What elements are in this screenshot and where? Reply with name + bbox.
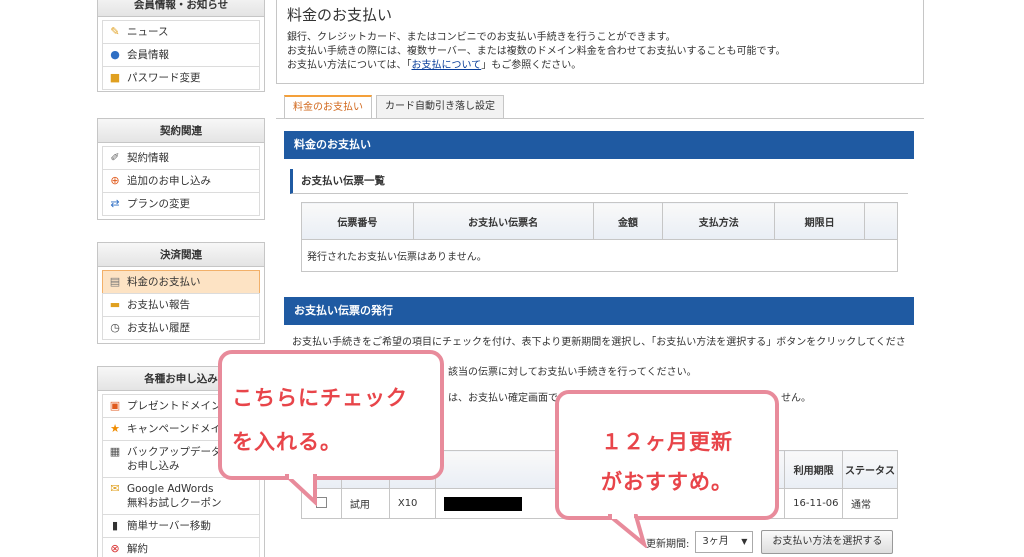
- sidebar-item-label: プレゼントドメイン: [127, 400, 222, 412]
- add-icon: ⊕: [110, 174, 120, 187]
- chevron-down-icon: ▼: [741, 537, 748, 546]
- section-header-issue: お支払い伝票の発行: [284, 297, 914, 325]
- sidebar-item-plan-change[interactable]: ⇄ プランの変更: [102, 192, 260, 216]
- intro-text-prefix: お支払い方法については、「: [287, 60, 412, 71]
- tab-auto-debit[interactable]: カード自動引き落し設定: [376, 95, 504, 119]
- intro-text-suffix: 」もご参照ください。: [481, 60, 582, 71]
- table-row: 発行されたお支払い伝票はありません。: [301, 239, 898, 272]
- sidebar-item-adwords[interactable]: ✉ Google AdWords 無料お試しクーポン: [102, 477, 260, 514]
- sidebar-section-member: 会員情報・お知らせ ✎ ニュース ● 会員情報 ■ パスワード変更: [97, 0, 265, 92]
- invoice-icon: ▤: [109, 275, 121, 288]
- sidebar-item-label: 解約: [127, 543, 148, 555]
- invoice-table: 伝票番号 お支払い伝票名 金額 支払方法 期限日 発行されたお支払い伝票はありま…: [301, 202, 898, 272]
- col-invoice-name: お支払い伝票名: [412, 202, 594, 240]
- sidebar-item-member-info[interactable]: ● 会員情報: [102, 43, 260, 66]
- payment-info-link[interactable]: お支払について: [412, 60, 482, 71]
- callout-tail-right: [608, 514, 648, 548]
- callout-tail-left: [285, 474, 317, 506]
- issue-text-3-end: せん。: [781, 393, 811, 404]
- callout-text: を入れる。: [232, 430, 342, 454]
- contract-icon: ✐: [110, 151, 120, 164]
- col-due-date: 期限日: [774, 202, 866, 240]
- sidebar-item-cancel[interactable]: ⊗ 解約: [102, 537, 260, 557]
- col-status: ステータス: [842, 450, 898, 489]
- sidebar-item-label: 追加のお申し込み: [127, 175, 211, 187]
- sidebar-section-payment: 決済関連 ▤ 料金のお支払い ▬ お支払い報告 ◷ お支払い履歴: [97, 242, 265, 344]
- row-status: 通常: [842, 488, 898, 519]
- sidebar-item-contract-info[interactable]: ✐ 契約情報: [102, 146, 260, 169]
- col-extra: [864, 202, 898, 240]
- sidebar-item-payment-report[interactable]: ▬ お支払い報告: [102, 293, 260, 316]
- tab-payment[interactable]: 料金のお支払い: [284, 95, 372, 119]
- sidebar-section-title: 会員情報・お知らせ: [98, 0, 264, 17]
- renewal-controls: 更新期間: 3ヶ月 ▼ お支払い方法を選択する: [646, 530, 894, 554]
- callout-text: こちらにチェック: [232, 386, 408, 410]
- sidebar-section-contract: 契約関連 ✐ 契約情報 ⊕ 追加のお申し込み ⇄ プランの変更: [97, 118, 265, 220]
- news-icon: ✎: [110, 25, 120, 38]
- intro-panel: 料金のお支払い 銀行、クレジットカード、またはコンビニでのお支払い手続きを行うこ…: [276, 0, 924, 84]
- sidebar-item-news[interactable]: ✎ ニュース: [102, 20, 260, 43]
- sidebar-item-label: お支払い報告: [127, 299, 190, 311]
- intro-text-1: 銀行、クレジットカード、またはコンビニでのお支払い手続きを行うことができます。: [287, 32, 676, 43]
- sidebar-item-label: 料金のお支払い: [127, 276, 201, 288]
- sidebar-item-label: ニュース: [127, 26, 169, 38]
- sidebar-item-label: プランの変更: [127, 198, 190, 210]
- sidebar-item-label: 簡単サーバー移動: [127, 520, 211, 532]
- section-header-payment: 料金のお支払い: [284, 131, 914, 159]
- callout-text: がおすすめ。: [601, 470, 733, 494]
- star-icon: ★: [110, 422, 120, 435]
- main-content: 料金のお支払い 銀行、クレジットカード、またはコンビニでのお支払い手続きを行うこ…: [276, 0, 924, 554]
- tab-bar: 料金のお支払い カード自動引き落し設定: [284, 95, 508, 119]
- sidebar-section-title: 契約関連: [98, 119, 264, 143]
- intro-text-2: お支払い手続きの際には、複数サーバー、または複数のドメイン料金を合わせてお支払い…: [287, 46, 786, 57]
- history-icon: ◷: [110, 321, 120, 334]
- callout-text: １２ヶ月更新: [601, 430, 733, 454]
- report-icon: ▬: [109, 298, 121, 311]
- sidebar-section-title: 決済関連: [98, 243, 264, 267]
- empty-message: 発行されたお支払い伝票はありません。: [301, 239, 898, 272]
- sidebar-item-label: Google AdWords: [127, 483, 214, 495]
- sidebar-item-label: パスワード変更: [127, 72, 201, 84]
- server-move-icon: ▮: [111, 519, 119, 532]
- period-select[interactable]: 3ヶ月 ▼: [695, 531, 754, 553]
- table-header-row: 伝票番号 お支払い伝票名 金額 支払方法 期限日: [301, 202, 898, 240]
- sidebar: 会員情報・お知らせ ✎ ニュース ● 会員情報 ■ パスワード変更 契約関連 ✐ 契約情…: [97, 0, 265, 557]
- row-server: X10: [388, 488, 436, 519]
- callout-renewal-hint: １２ヶ月更新 がおすすめ。: [555, 390, 779, 520]
- col-expiry: 利用期限: [784, 450, 844, 489]
- redacted-domain: [443, 496, 522, 511]
- period-label: 更新期間:: [646, 538, 690, 550]
- user-icon: ●: [110, 48, 120, 61]
- sidebar-item-label: 会員情報: [127, 49, 169, 61]
- sidebar-item-payment[interactable]: ▤ 料金のお支払い: [102, 270, 260, 293]
- col-amount: 金額: [592, 202, 664, 240]
- coupon-icon: ✉: [110, 482, 120, 495]
- page-title: 料金のお支払い: [287, 6, 393, 24]
- cancel-icon: ⊗: [110, 542, 120, 555]
- sidebar-item-server-move[interactable]: ▮ 簡単サーバー移動: [102, 514, 260, 537]
- col-payment-method: 支払方法: [662, 202, 776, 240]
- issue-text-2: 該当の伝票に対してお支払い手続きを行ってください。: [448, 367, 697, 378]
- row-expiry: 16-11-06: [784, 488, 844, 519]
- period-select-value: 3ヶ月: [702, 536, 729, 547]
- sidebar-item-password[interactable]: ■ パスワード変更: [102, 66, 260, 90]
- sidebar-item-add-order[interactable]: ⊕ 追加のお申し込み: [102, 169, 260, 192]
- sidebar-item-label: 無料お試しクーポン: [127, 497, 222, 509]
- sidebar-item-label: キャンペーンドメイ: [127, 423, 221, 435]
- invoice-list-heading: お支払い伝票一覧: [290, 169, 908, 194]
- issue-text-1: お支払い手続きをご希望の項目にチェックを付け、表下より更新期間を選択し、「お支払…: [292, 337, 906, 348]
- callout-check-hint: こちらにチェック を入れる。: [218, 350, 444, 480]
- lock-icon: ■: [109, 71, 121, 84]
- backup-icon: ▦: [109, 445, 121, 458]
- sidebar-item-label: お支払い履歴: [127, 322, 190, 334]
- row-type: 試用: [340, 488, 390, 519]
- intro-text-3: お支払い方法については、「お支払について」もご参照ください。: [287, 59, 913, 73]
- gift-icon: ▣: [109, 399, 121, 412]
- select-payment-method-button[interactable]: お支払い方法を選択する: [761, 530, 894, 554]
- sidebar-item-label: 契約情報: [127, 152, 169, 164]
- tab-divider: [276, 118, 924, 119]
- col-invoice-number: 伝票番号: [301, 202, 414, 240]
- plan-change-icon: ⇄: [110, 197, 120, 210]
- sidebar-item-payment-history[interactable]: ◷ お支払い履歴: [102, 316, 260, 340]
